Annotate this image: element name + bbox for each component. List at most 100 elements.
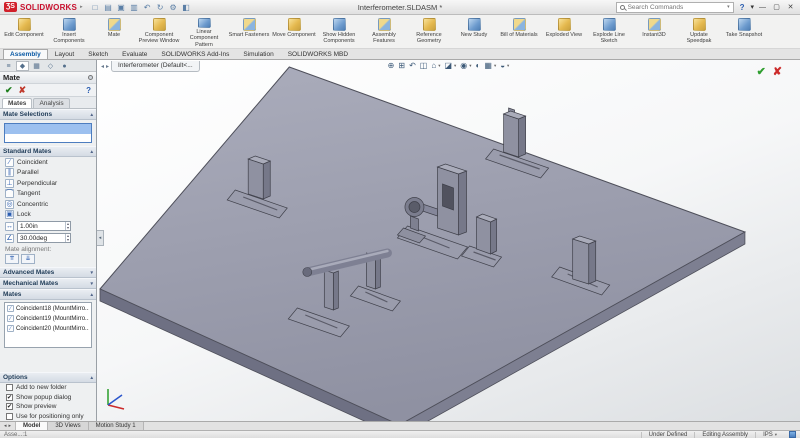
reference-geometry-button[interactable]: Reference Geometry <box>407 16 451 48</box>
update-speedpak-button[interactable]: Update Speedpak <box>677 16 721 48</box>
new-study-button[interactable]: New Study <box>452 16 496 48</box>
instant3d-button[interactable]: Instant3D <box>632 16 676 48</box>
tab-solidworks-mbd[interactable]: SOLIDWORKS MBD <box>281 49 355 59</box>
distance-icon[interactable]: ↔ <box>5 221 14 231</box>
option-use-for-positioning-only[interactable]: Use for positioning only <box>0 412 96 422</box>
assembly-3d-scene[interactable] <box>97 60 800 421</box>
dropdown-caret-icon[interactable]: ▾ <box>469 63 471 69</box>
panel-collapse-arrow[interactable]: ◂ <box>97 230 104 246</box>
edit-appearance-icon[interactable]: ◧ <box>181 2 192 13</box>
propertymanager-icon[interactable]: ◆ <box>16 60 29 71</box>
bill-of-materials-button[interactable]: Bill of Materials <box>497 16 541 48</box>
dropdown-caret-icon[interactable]: ▾ <box>494 63 496 69</box>
cancel-button[interactable]: ✘ <box>19 85 27 96</box>
search-caret-icon[interactable]: ▾ <box>727 4 730 10</box>
tab-assembly[interactable]: Assembly <box>3 49 48 59</box>
document-tab[interactable]: Interferometer (Default<... <box>111 60 200 72</box>
view-orientation-icon[interactable]: ⌂ <box>431 60 436 72</box>
move-component-button[interactable]: Move Component <box>272 16 316 48</box>
explode-line-sketch-button[interactable]: Explode Line Sketch <box>587 16 631 48</box>
ok-button[interactable]: ✔ <box>5 85 13 96</box>
apply-scene-icon[interactable]: ▦ <box>484 60 492 72</box>
mate-button[interactable]: Mate <box>92 16 136 48</box>
checkbox[interactable] <box>6 384 13 392</box>
tab-motion-study-1[interactable]: Motion Study 1 <box>88 422 144 430</box>
advanced-mates-header[interactable]: Advanced Mates ▾ <box>0 267 96 278</box>
confirm-cancel-button[interactable]: ✘ <box>773 65 782 78</box>
keep-visible-pin-icon[interactable] <box>88 75 93 80</box>
tab-simulation[interactable]: Simulation <box>236 49 280 59</box>
mate-type-lock[interactable]: ▣ Lock <box>0 210 96 221</box>
distance-input[interactable]: 1.00in ▴ ▾ <box>17 221 71 231</box>
units-selector[interactable]: IPS ▾ <box>755 431 784 438</box>
new-icon[interactable]: □ <box>90 2 101 13</box>
pm-help-button[interactable]: ? <box>86 86 91 95</box>
search-input[interactable] <box>627 3 725 11</box>
standard-mates-header[interactable]: Standard Mates ▴ <box>0 146 96 157</box>
graphics-area[interactable]: ◂ ▸ Interferometer (Default<... ⊕ ⊞ ↶ ◫ … <box>97 60 800 421</box>
maximize-button[interactable]: ▢ <box>771 2 782 13</box>
configurationmanager-icon[interactable]: ▦ <box>30 61 43 71</box>
mate-selections-header[interactable]: Mate Selections ▴ <box>0 109 96 120</box>
tab-sketch[interactable]: Sketch <box>81 49 115 59</box>
help-button[interactable]: ? <box>737 3 748 12</box>
mate-type-coincident[interactable]: ∕ Coincident <box>0 157 96 168</box>
menu-expand-icon[interactable]: ▸ <box>80 4 83 10</box>
tab-forward-icon[interactable]: ▸ <box>106 63 109 70</box>
insert-components-button[interactable]: Insert Components <box>47 16 91 48</box>
selected-entity-row[interactable] <box>5 124 91 134</box>
option-show-preview[interactable]: ✔ Show preview <box>0 402 96 412</box>
tab-solidworks-add-ins[interactable]: SOLIDWORKS Add-Ins <box>154 49 236 59</box>
option-show-popup-dialog[interactable]: ✔ Show popup dialog <box>0 393 96 403</box>
dropdown-caret-icon[interactable]: ▾ <box>438 63 440 69</box>
edit-appearance-icon[interactable]: ◐ <box>476 60 481 72</box>
anti-aligned-button[interactable]: ⇊ <box>21 254 35 264</box>
view-settings-icon[interactable]: ◒ <box>500 60 505 72</box>
search-commands-box[interactable]: ▾ <box>615 1 734 13</box>
tab-scroll-buttons[interactable]: ◂ ▸ <box>0 422 16 430</box>
close-button[interactable]: ✕ <box>785 2 796 13</box>
angle-icon[interactable]: ∠ <box>5 233 14 243</box>
list-item[interactable]: ∕ Coincident19 (MountMirro... <box>7 314 89 323</box>
linear-component-pattern-button[interactable]: Linear Component Pattern <box>182 16 226 48</box>
minimize-button[interactable]: — <box>757 2 768 13</box>
distance-spinner[interactable]: ▴ ▾ <box>64 222 70 230</box>
dropdown-caret-icon[interactable]: ▾ <box>507 63 509 69</box>
checkbox[interactable] <box>6 412 13 420</box>
hide-show-items-icon[interactable]: ◉ <box>460 60 467 72</box>
list-item[interactable]: ∕ Coincident18 (MountMirro... <box>7 304 89 313</box>
print-icon[interactable]: ▥ <box>129 2 140 13</box>
edit-component-button[interactable]: Edit Component <box>2 16 46 48</box>
assembly-features-button[interactable]: Assembly Features <box>362 16 406 48</box>
task-pane-icon[interactable] <box>789 431 796 438</box>
rebuild-icon[interactable]: ↻ <box>155 2 166 13</box>
mate-type-perpendicular[interactable]: ⊥ Perpendicular <box>0 178 96 189</box>
tab-evaluate[interactable]: Evaluate <box>115 49 154 59</box>
dropdown-caret-icon[interactable]: ▾ <box>454 63 456 69</box>
options-header[interactable]: Options ▴ <box>0 372 96 383</box>
checkbox[interactable]: ✔ <box>6 403 13 411</box>
display-style-icon[interactable]: ◪ <box>444 60 452 72</box>
mechanical-mates-header[interactable]: Mechanical Mates ▾ <box>0 278 96 289</box>
list-item[interactable]: ∕ Coincident20 (MountMirro... <box>7 324 89 333</box>
undo-icon[interactable]: ↶ <box>142 2 153 13</box>
tab-3d-views[interactable]: 3D Views <box>48 422 89 430</box>
mate-type-tangent[interactable]: ⌒ Tangent <box>0 189 96 200</box>
save-icon[interactable]: ▣ <box>116 2 127 13</box>
zoom-area-icon[interactable]: ⊞ <box>398 60 405 72</box>
featuremanager-tree-icon[interactable]: ≡ <box>2 61 15 71</box>
options-gear-icon[interactable]: ⚙ <box>168 2 179 13</box>
smart-fasteners-button[interactable]: Smart Fasteners <box>227 16 271 48</box>
aligned-button[interactable]: ⇈ <box>5 254 19 264</box>
tab-analysis[interactable]: Analysis <box>33 98 70 108</box>
take-snapshot-button[interactable]: Take Snapshot <box>722 16 766 48</box>
help-caret-icon[interactable]: ▾ <box>750 3 754 11</box>
confirm-ok-button[interactable]: ✔ <box>757 65 766 78</box>
previous-view-icon[interactable]: ↶ <box>409 60 416 72</box>
tab-mates[interactable]: Mates <box>2 98 33 108</box>
tab-model[interactable]: Model <box>16 422 49 430</box>
dimxpertmanager-icon[interactable]: ◇ <box>44 61 57 71</box>
angle-input[interactable]: 30.00deg ▴ ▾ <box>17 233 71 243</box>
angle-spinner[interactable]: ▴ ▾ <box>64 234 70 242</box>
checkbox[interactable]: ✔ <box>6 393 13 401</box>
